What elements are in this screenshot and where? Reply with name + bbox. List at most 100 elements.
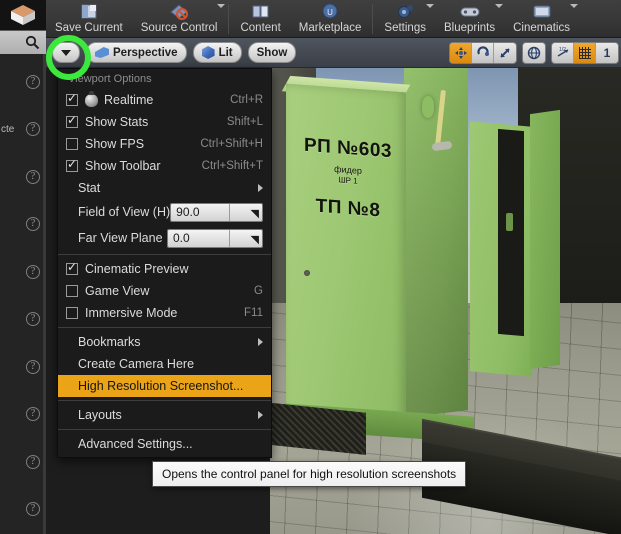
menu-item-field-of-view[interactable]: Field of View (H) 90.0 ◥ bbox=[58, 199, 271, 225]
menu-separator bbox=[58, 400, 271, 401]
menu-item-shortcut: Shift+L bbox=[226, 116, 263, 128]
list-item[interactable]: ? bbox=[0, 201, 46, 249]
toolbar-settings[interactable]: Settings bbox=[375, 0, 435, 37]
field-of-view-value[interactable]: 90.0 bbox=[171, 203, 230, 221]
surface-snap-button[interactable]: 1/2 bbox=[552, 42, 574, 63]
help-question-icon[interactable]: ? bbox=[26, 169, 40, 184]
list-item[interactable]: ? bbox=[0, 438, 46, 486]
menu-item-far-view-plane[interactable]: Far View Plane 0.0 ◥ bbox=[58, 225, 271, 251]
viewport-options-button[interactable] bbox=[52, 42, 80, 63]
help-question-icon[interactable]: ? bbox=[26, 74, 40, 89]
rotate-gizmo-button[interactable] bbox=[472, 42, 494, 63]
list-item[interactable]: ? bbox=[0, 248, 46, 296]
scene-cabinet-secondary-side bbox=[530, 109, 560, 370]
toolbar-save-current[interactable]: Save Current bbox=[46, 0, 132, 37]
field-of-view-stepper[interactable]: 90.0 ◥ bbox=[170, 202, 263, 222]
search-input[interactable] bbox=[0, 30, 46, 54]
list-item[interactable]: ? bbox=[0, 58, 46, 106]
toolbar-marketplace[interactable]: U Marketplace bbox=[290, 0, 371, 37]
chevron-down-icon[interactable] bbox=[570, 4, 578, 8]
viewport-viewmode-button[interactable]: Lit bbox=[192, 42, 242, 63]
content-browser-icon bbox=[250, 3, 272, 21]
translate-gizmo-button[interactable] bbox=[450, 42, 472, 63]
viewport-perspective-button[interactable]: Perspective bbox=[86, 42, 187, 63]
menu-item-bookmarks[interactable]: Bookmarks bbox=[58, 331, 271, 353]
menu-item-game-view[interactable]: Game View G bbox=[58, 280, 271, 302]
tooltip: Opens the control panel for high resolut… bbox=[152, 461, 467, 487]
viewport-viewmode-label: Lit bbox=[218, 46, 233, 59]
grid-snap-icon bbox=[578, 46, 591, 59]
toolbar-source-control-label: Source Control bbox=[140, 22, 218, 34]
help-question-icon[interactable]: ? bbox=[26, 359, 40, 374]
grid-snap-button[interactable] bbox=[574, 42, 596, 63]
checkbox-unchecked-icon[interactable] bbox=[66, 285, 78, 297]
chevron-right-icon bbox=[258, 338, 263, 346]
checkbox-checked-icon[interactable] bbox=[66, 260, 78, 275]
far-view-plane-value[interactable]: 0.0 bbox=[168, 229, 230, 247]
chevron-down-icon[interactable] bbox=[217, 4, 226, 8]
list-item[interactable]: ? bbox=[0, 391, 46, 439]
scene-cabinet-sign: РП №603 фидер ШР 1 ТП №8 bbox=[294, 134, 402, 224]
checkbox-unchecked-icon[interactable] bbox=[66, 138, 78, 150]
chevron-right-icon bbox=[258, 411, 263, 419]
toolbar-blueprints[interactable]: Blueprints bbox=[435, 0, 504, 37]
menu-item-show-stats[interactable]: Show Stats Shift+L bbox=[58, 111, 271, 133]
menu-item-shortcut: Ctrl+R bbox=[230, 94, 263, 106]
help-question-icon[interactable]: ? bbox=[26, 454, 40, 469]
list-item[interactable]: ? bbox=[0, 343, 46, 391]
menu-item-show-fps[interactable]: Show FPS Ctrl+Shift+H bbox=[58, 133, 271, 155]
list-item[interactable]: cte ? bbox=[0, 106, 46, 154]
drag-handle-icon[interactable]: ◥ bbox=[230, 229, 262, 247]
menu-item-realtime[interactable]: Realtime Ctrl+R bbox=[58, 89, 271, 111]
panel-divider bbox=[43, 54, 46, 534]
menu-item-stat[interactable]: Stat bbox=[58, 177, 271, 199]
help-question-icon[interactable]: ? bbox=[26, 264, 40, 279]
cube-icon bbox=[201, 46, 215, 59]
menu-item-label: Create Camera Here bbox=[78, 357, 195, 371]
far-view-plane-stepper[interactable]: 0.0 ◥ bbox=[167, 228, 263, 248]
asset-thumbnail[interactable] bbox=[0, 0, 46, 30]
help-question-icon[interactable]: ? bbox=[26, 502, 40, 517]
menu-item-high-resolution-screenshot[interactable]: High Resolution Screenshot... bbox=[58, 375, 271, 397]
list-item[interactable]: ? bbox=[0, 486, 46, 534]
left-panel-partial-label: cte bbox=[1, 123, 15, 135]
toolbar-divider bbox=[228, 4, 230, 34]
menu-item-layouts[interactable]: Layouts bbox=[58, 404, 271, 426]
menu-item-immersive-mode[interactable]: Immersive Mode F11 bbox=[58, 302, 271, 324]
menu-item-advanced-settings[interactable]: Advanced Settings... bbox=[58, 433, 271, 455]
toolbar-source-control[interactable]: Source Control bbox=[132, 0, 227, 37]
menu-item-label: Stat bbox=[78, 181, 101, 195]
chevron-down-icon[interactable] bbox=[425, 4, 434, 8]
help-question-icon[interactable]: ? bbox=[26, 407, 40, 422]
menu-item-label: Cinematic Preview bbox=[85, 262, 189, 276]
menu-separator bbox=[58, 254, 271, 255]
left-panel: ? cte ? ? ? ? ? ? ? ? ? bbox=[0, 0, 46, 534]
world-coordinate-icon bbox=[527, 46, 541, 59]
checkbox-checked-icon[interactable] bbox=[66, 113, 78, 128]
menu-item-label: Realtime bbox=[104, 93, 154, 107]
menu-item-show-toolbar[interactable]: Show Toolbar Ctrl+Shift+T bbox=[58, 155, 271, 177]
menu-item-create-camera-here[interactable]: Create Camera Here bbox=[58, 353, 271, 375]
viewport-show-button[interactable]: Show bbox=[247, 42, 297, 63]
list-item[interactable]: ? bbox=[0, 153, 46, 201]
checkbox-checked-icon[interactable] bbox=[66, 91, 78, 106]
grid-size-button[interactable]: 1 bbox=[596, 43, 618, 63]
help-question-icon[interactable]: ? bbox=[26, 217, 40, 232]
scene-cabinet-lock-dot bbox=[304, 270, 310, 276]
scale-gizmo-button[interactable] bbox=[494, 43, 516, 63]
checkbox-checked-icon[interactable] bbox=[66, 157, 78, 172]
rotate-gizmo-icon bbox=[476, 45, 489, 56]
toolbar-content[interactable]: Content bbox=[231, 0, 289, 37]
drag-handle-icon[interactable]: ◥ bbox=[230, 203, 262, 221]
chevron-down-icon[interactable] bbox=[495, 4, 504, 8]
main-toolbar: Save Current Source Control Content U Ma… bbox=[0, 0, 621, 38]
toolbar-cinematics[interactable]: Cinematics bbox=[504, 0, 579, 37]
help-question-icon[interactable]: ? bbox=[26, 312, 40, 327]
list-item[interactable]: ? bbox=[0, 296, 46, 344]
world-coordinate-button[interactable] bbox=[523, 43, 545, 63]
help-question-icon[interactable]: ? bbox=[26, 122, 40, 137]
menu-item-cinematic-preview[interactable]: Cinematic Preview bbox=[58, 258, 271, 280]
viewport-3d-scene[interactable]: РП №603 фидер ШР 1 ТП №8 bbox=[270, 38, 621, 534]
checkbox-unchecked-icon[interactable] bbox=[66, 307, 78, 319]
scene-cabinet-latch-knob bbox=[422, 96, 434, 118]
